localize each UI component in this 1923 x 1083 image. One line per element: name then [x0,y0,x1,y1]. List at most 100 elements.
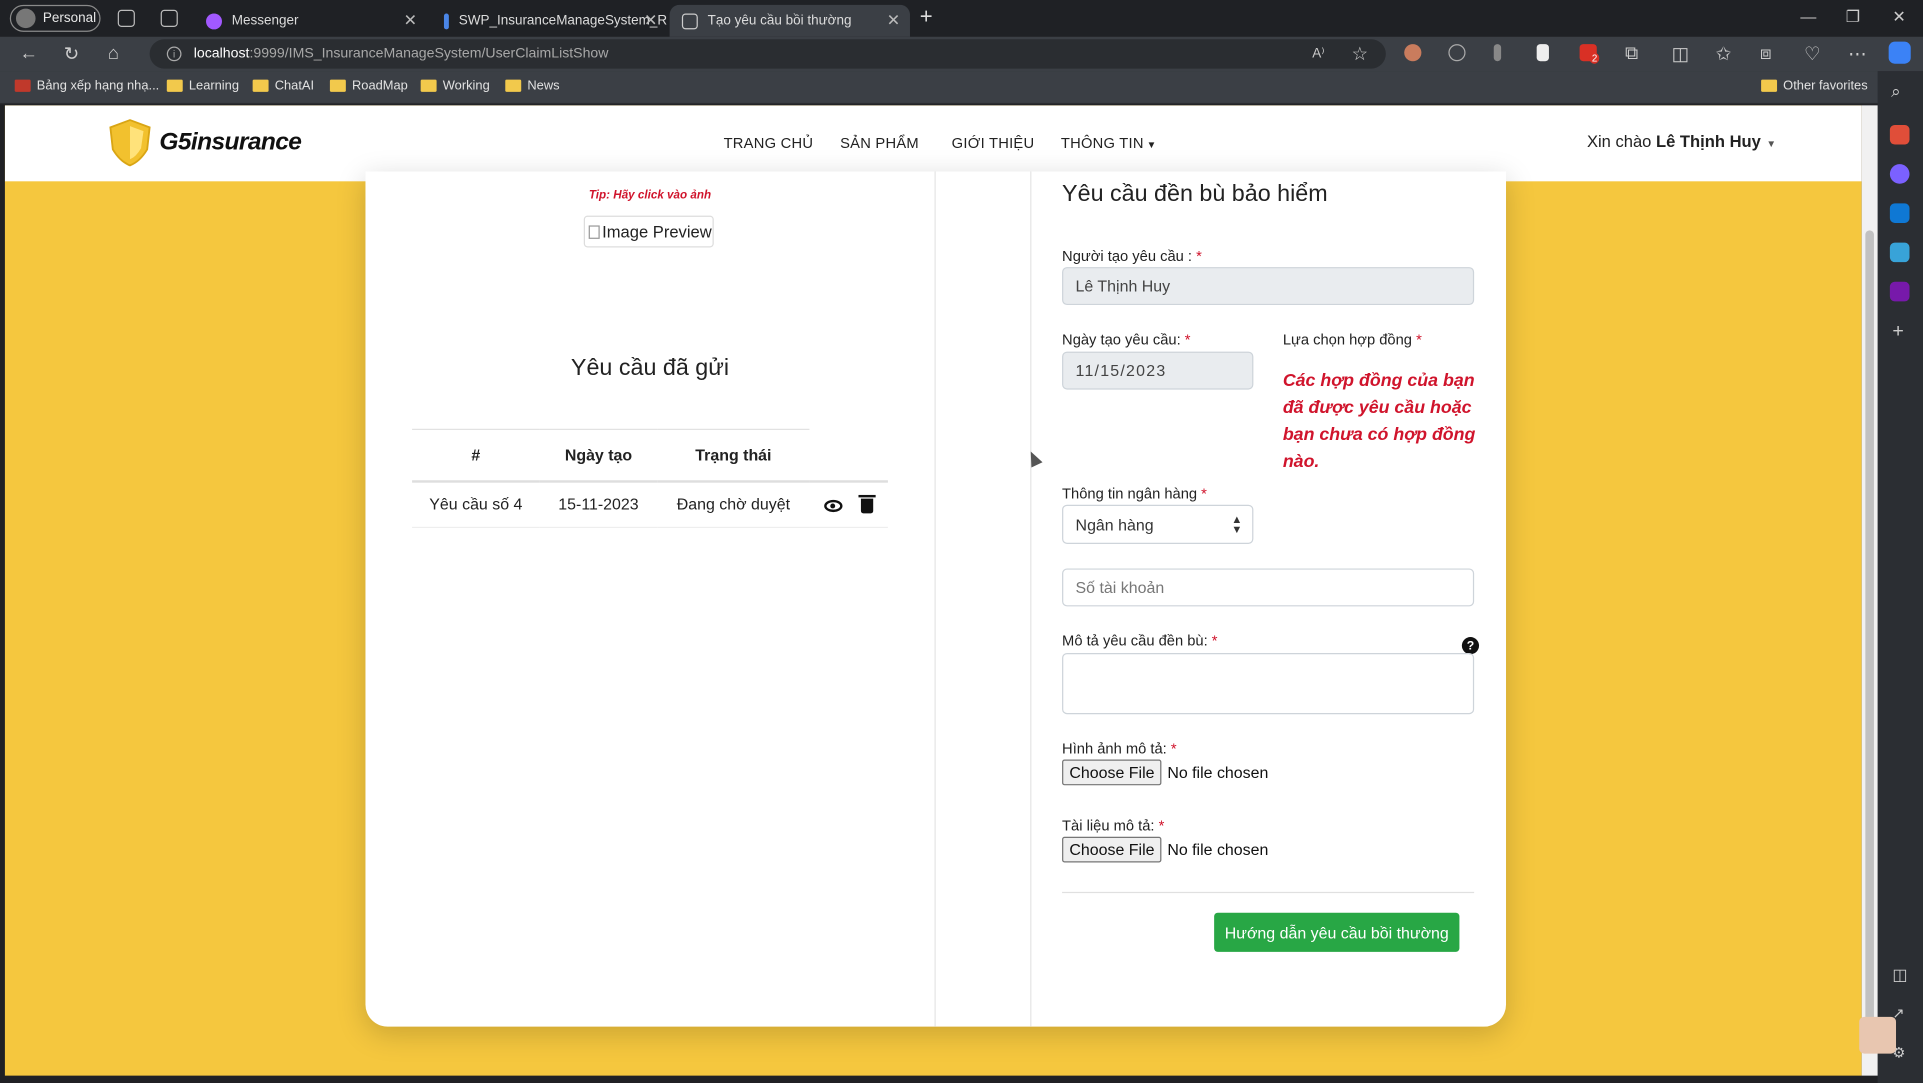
extension-icon[interactable] [1404,44,1422,62]
tab-swp-doc[interactable]: SWP_InsuranceManageSystem_R ✕ [432,5,667,37]
pen-extension-icon[interactable] [1536,44,1549,62]
bookmark-item[interactable]: ChatAI [252,78,314,93]
nav-info-label: THÔNG TIN [1060,134,1144,152]
nav-info-dropdown[interactable]: THÔNG TIN ▼ [1061,135,1157,152]
form-title: Yêu cầu đền bù bảo hiểm [1062,181,1328,208]
outlook-icon[interactable] [1889,203,1910,223]
tip-text: Tip: Hãy click vào ảnh [588,188,712,203]
nav-about[interactable]: GIỚI THIỆU [952,135,1035,152]
broken-image-icon [588,224,600,239]
sidebar-layout-icon[interactable]: ◫ [1892,965,1907,985]
folder-icon [166,79,183,92]
nav-home[interactable]: TRANG CHỦ [724,135,814,152]
site-info-icon[interactable]: i [166,46,182,62]
choose-document-button[interactable]: Choose File [1062,836,1162,863]
add-sidebar-app-icon[interactable]: + [1892,321,1903,343]
nav-products[interactable]: SẢN PHẨM [840,135,919,152]
claim-guide-button[interactable]: Hướng dẫn yêu cầu bồi thường [1214,912,1460,952]
bank-select[interactable]: Ngân hàng ▲ ▼ [1062,504,1254,544]
column-header: Trạng thái [657,428,810,483]
account-number-input[interactable]: Số tài khoản [1062,568,1475,607]
bookmark-label: Working [442,78,490,94]
folder-icon [252,79,269,92]
tab-actions-icon[interactable] [160,9,178,27]
bookmark-item[interactable]: Working [420,78,490,94]
image-preview[interactable]: Image Preview [583,215,714,248]
tab-label: Tạo yêu cầu bồi thường [707,13,852,29]
onenote-icon[interactable] [1889,281,1910,302]
docs-icon [443,12,449,29]
scrollbar-thumb[interactable] [1865,230,1874,1049]
copilot-icon[interactable] [1888,41,1911,64]
profile-button[interactable]: Personal [9,4,101,32]
required-mark: * [1184,330,1191,348]
tab-label: Messenger [231,13,299,29]
folder-icon [329,79,346,92]
favorite-star-icon[interactable]: ☆ [1351,43,1367,65]
telegram-icon[interactable] [1889,242,1910,263]
toolbar: ← ↻ ⌂ i localhost:9999/IMS_InsuranceMana… [0,36,1923,72]
messenger-icon [206,12,222,29]
new-tab-button[interactable]: + [920,4,933,30]
address-bar[interactable]: i localhost:9999/IMS_InsuranceManageSyst… [149,39,1386,69]
extension-icon[interactable] [1448,44,1466,62]
back-icon[interactable]: ← [20,43,38,64]
tools-icon[interactable] [1889,124,1910,145]
greeting-text: Xin chào [1586,132,1657,151]
close-tab-icon[interactable]: ✕ [644,11,657,31]
extension-icon[interactable] [1493,44,1502,62]
view-eye-icon[interactable] [823,499,843,512]
bookmark-item[interactable]: RoadMap [329,78,408,93]
other-favorites[interactable]: Other favorites [1761,78,1868,93]
close-tab-icon[interactable]: ✕ [404,11,417,31]
mouse-cursor [1025,448,1043,468]
help-icon[interactable]: ? [1461,637,1480,655]
split-screen-icon[interactable]: ◫ [1672,43,1689,65]
more-menu-icon[interactable]: ⋯ [1848,43,1866,65]
row-actions [809,480,888,529]
tab-messenger[interactable]: Messenger ✕ [194,5,427,37]
sent-requests-title: Yêu cầu đã gửi [570,355,730,382]
collections-icon[interactable]: ⧈ [1760,43,1772,64]
description-textarea[interactable] [1062,652,1475,715]
bookmark-item[interactable]: Bảng xếp hạng nhạ... [14,78,160,93]
folder-icon [420,79,437,92]
minimize-button[interactable]: — [1800,7,1816,25]
column-header: # [412,428,540,483]
image-label: Hình ảnh mô tả: * [1062,740,1177,757]
creator-field[interactable]: Lê Thịnh Huy [1062,267,1475,306]
close-tab-icon[interactable]: ✕ [887,11,900,31]
date-field[interactable]: 11/15/2023 [1062,351,1254,390]
read-aloud-icon[interactable]: A⁾ [1312,45,1324,62]
delete-trash-icon[interactable] [858,494,877,514]
bookmark-label: News [527,78,560,94]
refresh-icon[interactable]: ↻ [64,43,79,65]
floating-assistant-avatar[interactable] [1859,1016,1897,1054]
tab-claim[interactable]: Tạo yêu cầu bồi thường ✕ [669,4,910,37]
table-row: Yêu cầu số 4 15-11-2023 Đang chờ duyệt [412,480,888,529]
tab-label: SWP_InsuranceManageSystem_R [458,13,668,29]
search-icon[interactable]: ⌕ [1891,81,1901,102]
bank-label: Thông tin ngân hàng * [1062,485,1207,502]
column-header-actions [809,429,888,483]
bookmark-label: Learning [188,78,239,94]
site-logo[interactable]: G5insurance [159,129,301,157]
home-icon[interactable]: ⌂ [108,43,119,64]
copilot-sidebar-icon[interactable] [1889,164,1910,184]
bookmark-item[interactable]: Learning [166,78,239,94]
extension-badge: 2 [1589,52,1600,64]
close-window-button[interactable]: ✕ [1892,7,1905,27]
user-menu[interactable]: Xin chào Lê Thịnh Huy ▼ [1587,132,1776,150]
workspaces-icon[interactable] [117,9,135,27]
extensions-icon[interactable]: ⧉ [1625,43,1638,64]
site-header: G5insurance TRANG CHỦ SẢN PHẨM GIỚI THIỆ… [4,105,1862,182]
extension-icon[interactable]: 2 [1579,44,1600,64]
shield-logo-icon[interactable] [105,118,154,167]
url-path: :9999/IMS_InsuranceManageSystem/UserClai… [249,46,609,62]
tab-strip: Personal Messenger ✕ SWP_InsuranceManage… [0,0,1923,37]
restore-button[interactable]: ❐ [1846,7,1860,27]
bookmark-item[interactable]: News [505,78,560,94]
favorites-icon[interactable]: ✩ [1716,43,1731,65]
choose-image-button[interactable]: Choose File [1062,759,1162,786]
performance-icon[interactable]: ♡ [1804,43,1820,65]
